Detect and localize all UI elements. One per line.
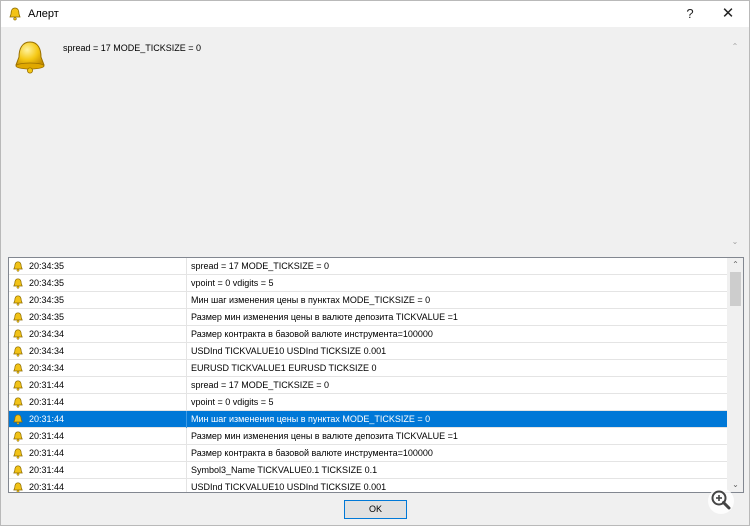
alert-text: Symbol3_Name TICKVALUE0.1 TICKSIZE 0.1 <box>191 465 378 475</box>
column-divider <box>186 309 187 326</box>
alert-time: 20:34:34 <box>29 363 65 373</box>
close-button[interactable]: ✕ <box>711 1 745 27</box>
ok-button[interactable]: OK <box>344 500 407 519</box>
list-scrollbar[interactable]: ⌃ ⌄ <box>727 258 743 492</box>
list-item[interactable]: 20:31:44 Размер контракта в базовой валют… <box>9 445 727 462</box>
list-item[interactable]: 20:31:44 Мин шаг изменения цены в пунктах… <box>9 411 727 428</box>
bell-icon <box>9 7 21 21</box>
list-item[interactable]: 20:31:44 USDInd TICKVALUE10 USDInd TICKSI… <box>9 479 727 492</box>
list-scroll-up-arrow-icon[interactable]: ⌃ <box>727 258 743 272</box>
alert-time: 20:34:35 <box>29 312 65 322</box>
bell-icon <box>13 312 23 323</box>
list-item[interactable]: 20:34:35 Мин шаг изменения цены в пунктах… <box>9 292 727 309</box>
alert-text: Размер контракта в базовой валюте инстру… <box>191 329 433 339</box>
alert-bell-icon <box>15 41 45 74</box>
bell-icon <box>13 380 23 391</box>
scroll-down-arrow-icon[interactable]: ⌄ <box>727 236 743 248</box>
alert-text: spread = 17 MODE_TICKSIZE = 0 <box>191 380 330 390</box>
alert-text: vpoint = 0 vdigits = 5 <box>191 397 274 407</box>
alert-text: USDInd TICKVALUE10 USDInd TICKSIZE 0.001 <box>191 482 387 492</box>
bell-icon <box>13 448 23 459</box>
list-scroll-thumb[interactable] <box>730 272 741 306</box>
alert-text: Мин шаг изменения цены в пунктах MODE_TI… <box>191 295 431 305</box>
help-button[interactable]: ? <box>673 1 707 27</box>
column-divider <box>186 462 187 479</box>
column-divider <box>186 292 187 309</box>
column-divider <box>186 428 187 445</box>
bell-icon <box>13 363 23 374</box>
zoom-in-icon[interactable] <box>707 487 735 515</box>
alert-time: 20:31:44 <box>29 465 65 475</box>
alert-text: USDInd TICKVALUE10 USDInd TICKSIZE 0.001 <box>191 346 387 356</box>
alert-time: 20:34:35 <box>29 295 65 305</box>
bell-icon <box>13 414 23 425</box>
title-bar: Алерт ? ✕ <box>1 1 749 27</box>
column-divider <box>186 394 187 411</box>
bell-icon <box>13 329 23 340</box>
column-divider <box>186 411 187 428</box>
bell-icon <box>13 397 23 408</box>
bell-icon <box>13 295 23 306</box>
alert-time: 20:31:44 <box>29 482 65 492</box>
list-item[interactable]: 20:34:35 vpoint = 0 vdigits = 5 <box>9 275 727 292</box>
bell-icon <box>13 346 23 357</box>
list-item[interactable]: 20:34:34 EURUSD TICKVALUE1 EURUSD TICKSIZ… <box>9 360 727 377</box>
list-item[interactable]: 20:31:44 Размер мин изменения цены в валю… <box>9 428 727 445</box>
list-item[interactable]: 20:31:44 vpoint = 0 vdigits = 5 <box>9 394 727 411</box>
alert-time: 20:34:35 <box>29 261 65 271</box>
list-item[interactable]: 20:34:35 spread = 17 MODE_TICKSIZE = 0 <box>9 258 727 275</box>
alert-history-list[interactable]: ⌃ ⌄ 20:34:35 spread = 17 MODE_TICKSIZE =… <box>8 257 744 493</box>
alert-window: Алерт ? ✕ spread = 17 MODE_TICKSIZE = 0 … <box>0 0 750 526</box>
bell-icon <box>13 465 23 476</box>
alert-text: spread = 17 MODE_TICKSIZE = 0 <box>191 261 330 271</box>
column-divider <box>186 377 187 394</box>
column-divider <box>186 258 187 275</box>
alert-text: EURUSD TICKVALUE1 EURUSD TICKSIZE 0 <box>191 363 377 373</box>
bell-icon <box>13 431 23 442</box>
alert-time: 20:31:44 <box>29 380 65 390</box>
alert-text: Мин шаг изменения цены в пунктах MODE_TI… <box>191 414 431 424</box>
alert-text: vpoint = 0 vdigits = 5 <box>191 278 274 288</box>
message-scrollbar[interactable]: ⌃ ⌄ <box>727 41 743 248</box>
alert-time: 20:34:34 <box>29 346 65 356</box>
column-divider <box>186 445 187 462</box>
alert-time: 20:31:44 <box>29 448 65 458</box>
list-item[interactable]: 20:31:44 spread = 17 MODE_TICKSIZE = 0 <box>9 377 727 394</box>
bell-icon <box>13 278 23 289</box>
column-divider <box>186 479 187 492</box>
alert-text: Размер мин изменения цены в валюте депоз… <box>191 431 458 441</box>
alert-time: 20:31:44 <box>29 414 65 424</box>
window-title: Алерт <box>28 8 59 20</box>
alert-time: 20:31:44 <box>29 431 65 441</box>
column-divider <box>186 275 187 292</box>
alert-text: Размер мин изменения цены в валюте депоз… <box>191 312 458 322</box>
bell-icon <box>13 482 23 492</box>
column-divider <box>186 326 187 343</box>
alert-text: Размер контракта в базовой валюте инстру… <box>191 448 433 458</box>
alert-time: 20:34:34 <box>29 329 65 339</box>
scroll-up-arrow-icon[interactable]: ⌃ <box>727 41 743 53</box>
alert-time: 20:31:44 <box>29 397 65 407</box>
bell-icon <box>13 261 23 272</box>
list-item[interactable]: 20:31:44 Symbol3_Name TICKVALUE0.1 TICKSI… <box>9 462 727 479</box>
list-item[interactable]: 20:34:34 Размер контракта в базовой валют… <box>9 326 727 343</box>
column-divider <box>186 343 187 360</box>
message-area: spread = 17 MODE_TICKSIZE = 0 ⌃ ⌄ <box>1 27 749 253</box>
list-item[interactable]: 20:34:34 USDInd TICKVALUE10 USDInd TICKSI… <box>9 343 727 360</box>
alert-message: spread = 17 MODE_TICKSIZE = 0 <box>63 43 202 53</box>
list-item[interactable]: 20:34:35 Размер мин изменения цены в валю… <box>9 309 727 326</box>
alert-time: 20:34:35 <box>29 278 65 288</box>
column-divider <box>186 360 187 377</box>
